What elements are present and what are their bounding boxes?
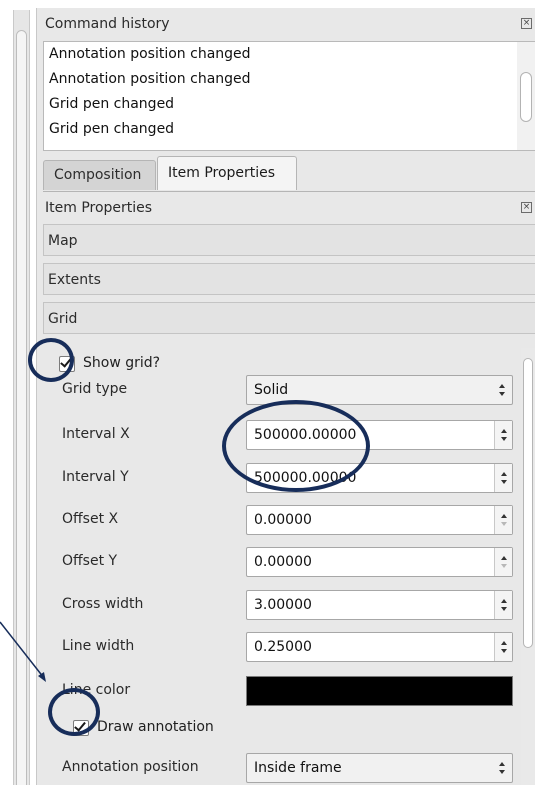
line-color-label: Line color <box>62 682 131 698</box>
left-margin <box>0 0 12 785</box>
annotation-position-select[interactable]: Inside frame <box>246 753 513 783</box>
grid-type-row: Grid type Solid <box>43 373 523 407</box>
interval-x-spinbox[interactable]: 500000.00000 <box>246 420 513 450</box>
offset-y-spinbox[interactable]: 0.00000 <box>246 547 513 577</box>
offset-x-label: Offset X <box>62 511 119 527</box>
line-color-button[interactable] <box>246 676 513 706</box>
line-width-row: Line width 0.25000 <box>43 630 523 664</box>
offset-y-stepper[interactable] <box>494 548 512 576</box>
section-grid[interactable]: Grid <box>43 302 535 334</box>
cross-width-spinbox[interactable]: 3.00000 <box>246 590 513 620</box>
list-item[interactable]: Grid pen changed <box>44 117 535 142</box>
grid-type-value: Solid <box>254 382 289 398</box>
interval-x-label: Interval X <box>62 426 130 442</box>
properties-panel: Command history × Annotation position ch… <box>36 8 535 785</box>
offset-x-value: 0.00000 <box>254 512 312 528</box>
interval-x-value: 500000.00000 <box>254 427 357 443</box>
cross-width-label: Cross width <box>62 596 144 612</box>
command-history-list[interactable]: Annotation position changed Annotation p… <box>43 41 535 151</box>
interval-x-stepper[interactable] <box>494 421 512 449</box>
list-item[interactable]: Grid pen changed <box>44 92 535 117</box>
tab-item-properties[interactable]: Item Properties <box>157 156 297 190</box>
draw-annotation-label: Draw annotation <box>97 719 214 735</box>
section-extents[interactable]: Extents <box>43 263 535 295</box>
outer-scrollbar-handle[interactable] <box>16 30 27 785</box>
interval-y-stepper[interactable] <box>494 464 512 492</box>
grid-scrollbar-handle[interactable] <box>523 358 533 648</box>
interval-y-value: 500000.00000 <box>254 470 357 486</box>
grid-type-label: Grid type <box>62 381 128 397</box>
combo-arrows-icon <box>498 754 506 782</box>
line-width-spinbox[interactable]: 0.25000 <box>246 632 513 662</box>
grid-settings: Show grid? Grid type Solid Interval X 50… <box>43 348 535 785</box>
close-icon[interactable]: × <box>521 18 532 29</box>
annotation-position-row: Annotation position Inside frame <box>43 751 523 785</box>
command-history-title: Command history × <box>37 10 535 38</box>
interval-y-label: Interval Y <box>62 469 129 485</box>
offset-y-value: 0.00000 <box>254 554 312 570</box>
draw-annotation-checkbox-row[interactable]: Draw annotation <box>73 718 293 742</box>
cross-width-row: Cross width 3.00000 <box>43 588 523 622</box>
draw-annotation-checkbox[interactable] <box>73 719 89 736</box>
offset-x-row: Offset X 0.00000 <box>43 503 523 537</box>
show-grid-checkbox[interactable] <box>59 355 75 372</box>
interval-y-row: Interval Y 500000.00000 <box>43 461 523 495</box>
close-icon[interactable]: × <box>521 202 532 213</box>
outer-scrollbar[interactable] <box>13 10 30 785</box>
checkmark-icon <box>74 719 86 732</box>
cross-width-stepper[interactable] <box>494 591 512 619</box>
line-width-value: 0.25000 <box>254 639 312 655</box>
annotation-position-value: Inside frame <box>254 760 342 776</box>
line-width-stepper[interactable] <box>494 633 512 661</box>
annotation-position-label: Annotation position <box>62 759 199 775</box>
item-properties-title-text: Item Properties <box>45 200 153 216</box>
grid-type-select[interactable]: Solid <box>246 375 513 405</box>
line-width-label: Line width <box>62 638 135 654</box>
section-map[interactable]: Map <box>43 224 535 256</box>
checkmark-icon <box>60 355 72 368</box>
offset-x-stepper[interactable] <box>494 506 512 534</box>
offset-y-label: Offset Y <box>62 553 118 569</box>
interval-y-spinbox[interactable]: 500000.00000 <box>246 463 513 493</box>
interval-x-row: Interval X 500000.00000 <box>43 418 523 452</box>
offset-x-spinbox[interactable]: 0.00000 <box>246 505 513 535</box>
show-grid-label: Show grid? <box>83 355 161 371</box>
combo-arrows-icon <box>498 376 506 404</box>
item-properties-title: Item Properties × <box>37 194 535 222</box>
line-color-row: Line color <box>43 674 523 708</box>
history-scrollbar[interactable] <box>517 42 535 150</box>
list-item[interactable]: Annotation position changed <box>44 42 535 67</box>
grid-scrollbar[interactable] <box>521 348 535 785</box>
tab-composition[interactable]: Composition <box>43 160 156 190</box>
command-history-title-text: Command history <box>45 16 170 32</box>
list-item[interactable]: Annotation position changed <box>44 67 535 92</box>
tab-divider <box>43 191 535 192</box>
cross-width-value: 3.00000 <box>254 597 312 613</box>
offset-y-row: Offset Y 0.00000 <box>43 545 523 579</box>
history-scrollbar-handle[interactable] <box>520 72 532 122</box>
